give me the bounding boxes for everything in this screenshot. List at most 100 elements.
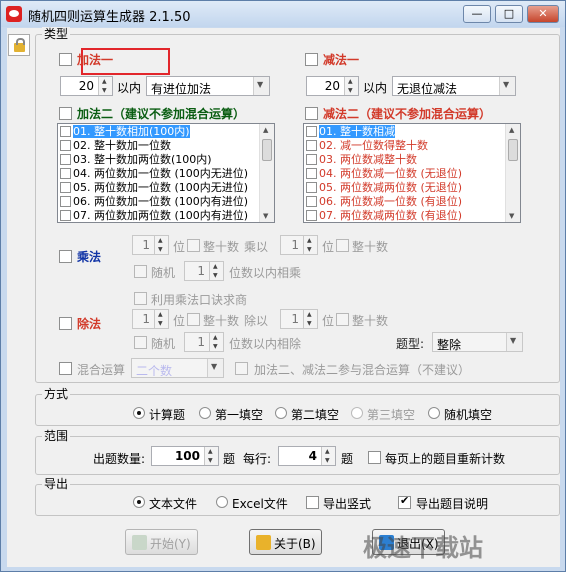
method-radio-second[interactable] (275, 407, 287, 419)
div-random-digits-spinner[interactable]: 1 ▲ ▼ (184, 332, 224, 352)
mixed-checkbox[interactable] (59, 362, 72, 375)
add1-mode-select[interactable]: 有进位加法 (146, 76, 270, 96)
sub1-checkbox[interactable] (305, 53, 318, 66)
export-vertical-checkbox[interactable] (306, 496, 319, 509)
about-button[interactable]: 关于(B) (249, 529, 322, 555)
add1-checkbox[interactable] (59, 53, 72, 66)
div-type-select[interactable]: 整除 (432, 332, 523, 352)
sub2-scrollbar[interactable]: ▲ ▼ (505, 124, 520, 222)
method-group: 方式 计算题 第一填空 第二填空 第三填空 随机填空 (35, 387, 560, 426)
add2-checkbox[interactable] (59, 107, 72, 120)
method-radio-third[interactable] (351, 407, 363, 419)
title-bar: 随机四则运算生成器 2.1.50 — □ ✕ (1, 1, 565, 27)
list-item[interactable]: 05. 两位数减两位数 (无退位) (306, 181, 462, 195)
div-digits-b-spinner[interactable]: 1 ▲ ▼ (280, 309, 318, 329)
list-item[interactable]: 07. 两位数减两位数 (有退位) (306, 209, 462, 222)
mul-random-digits-spinner[interactable]: 1 ▲ ▼ (184, 261, 224, 281)
method-radio-random[interactable] (428, 407, 440, 419)
scroll-thumb[interactable] (508, 139, 518, 161)
sub2-list[interactable]: 01. 整十数相减 02. 减一位数得整十数 03. 两位数减整十数 04. 两… (303, 123, 521, 223)
sub1-mode-select[interactable]: 无退位减法 (392, 76, 516, 96)
start-button[interactable]: 开始(Y) (125, 529, 198, 555)
div-whole-ten-a-checkbox[interactable] (187, 313, 200, 326)
export-radio-text[interactable] (133, 496, 145, 508)
reshuffle-label: 每页上的题目重新计数 (385, 452, 506, 466)
mixed-count-select[interactable]: 二个数 (131, 358, 224, 378)
per-row-unit: 题 (341, 452, 354, 466)
list-item[interactable]: 03. 两位数减整十数 (306, 153, 417, 167)
start-icon (132, 535, 147, 550)
scroll-up-icon[interactable]: ▲ (509, 126, 514, 134)
list-item[interactable]: 02. 减一位数得整十数 (306, 139, 428, 153)
range-group-title: 范围 (42, 429, 71, 443)
sub1-unit: 以内 (363, 81, 388, 95)
list-item[interactable]: 07. 两位数加两位数 (100内有进位) (60, 209, 248, 222)
scroll-down-icon[interactable]: ▼ (263, 212, 268, 220)
add1-limit-value: 20 (78, 79, 94, 93)
div-whole-ten-b-checkbox[interactable] (336, 313, 349, 326)
window-title: 随机四则运算生成器 2.1.50 (28, 10, 191, 25)
list-item[interactable]: 02. 整十数加一位数 (60, 139, 171, 153)
list-item[interactable]: 04. 两位数减一位数 (无退位) (306, 167, 462, 181)
div-whole-ten-b-label: 整十数 (352, 314, 389, 328)
mul-digits-a-spinner[interactable]: 1 ▲ ▼ (132, 235, 169, 255)
sub2-label: 减法二（建议不参加混合运算） (323, 107, 492, 121)
method-radio-first[interactable] (199, 407, 211, 419)
scroll-thumb[interactable] (262, 139, 272, 161)
export-vertical-label: 导出竖式 (323, 497, 372, 511)
minimize-button[interactable]: — (463, 5, 491, 23)
list-item[interactable]: 01. 整十数相加(100内) (60, 125, 190, 139)
export-desc-checkbox[interactable] (398, 494, 411, 509)
add1-label: 加法一 (77, 53, 114, 67)
add2-scrollbar[interactable]: ▲ ▼ (259, 124, 274, 222)
mul-random-checkbox[interactable] (134, 265, 147, 278)
mul-random-label: 随机 (151, 266, 176, 280)
list-item[interactable]: 05. 两位数加一位数 (100内无进位) (60, 181, 248, 195)
div-digits-a-spinner[interactable]: 1 ▲ ▼ (132, 309, 169, 329)
add1-limit-spinner[interactable]: 20 ▲ ▼ (60, 76, 113, 96)
mul-whole-ten-b-checkbox[interactable] (336, 239, 349, 252)
list-item[interactable]: 01. 整十数相减 (306, 125, 395, 139)
div-unit-a: 位 (173, 314, 186, 328)
count-label: 出题数量: (93, 452, 146, 466)
method-radio-calc[interactable] (133, 407, 145, 419)
add1-mode-value: 有进位加法 (151, 82, 212, 96)
list-item[interactable]: 06. 两位数减一位数 (有退位) (306, 195, 462, 209)
scroll-up-icon[interactable]: ▲ (263, 126, 268, 134)
reshuffle-checkbox[interactable] (368, 451, 381, 464)
mul-digits-b-spinner[interactable]: 1 ▲ ▼ (280, 235, 318, 255)
sub1-mode-value: 无退位减法 (397, 82, 458, 96)
div-random-label: 随机 (151, 337, 176, 351)
count-value: 100 (174, 449, 200, 463)
close-button[interactable]: ✕ (527, 5, 559, 23)
scroll-down-icon[interactable]: ▼ (509, 212, 514, 220)
sub1-limit-spinner[interactable]: 20 ▲ ▼ (306, 76, 359, 96)
type-group: 类型 加法一 20 ▲▼ 以内 有进位加法 减法一 20 ▲▼ 以内 无退位减法 (35, 27, 560, 383)
div-checkbox[interactable] (59, 317, 72, 330)
div-mul-table-label: 利用乘法口诀求商 (151, 293, 248, 307)
maximize-button[interactable]: □ (495, 5, 523, 23)
mixed-label: 混合运算 (77, 363, 126, 377)
add2-list[interactable]: 01. 整十数相加(100内) 02. 整十数加一位数 03. 整十数加两位数(… (57, 123, 275, 223)
count-spinner[interactable]: 100 ▲ ▼ (151, 446, 219, 466)
list-item[interactable]: 03. 整十数加两位数(100内) (60, 153, 212, 167)
export-group: 导出 文本文件 Excel文件 导出竖式 导出题目说明 (35, 477, 560, 516)
mul-unit-a: 位 (173, 240, 186, 254)
list-item[interactable]: 06. 两位数加一位数 (100内有进位) (60, 195, 248, 209)
per-row-spinner[interactable]: 4 ▲ ▼ (278, 446, 336, 466)
mul-whole-ten-a-checkbox[interactable] (187, 239, 200, 252)
mul-label: 乘法 (77, 250, 102, 264)
div-mul-table-checkbox[interactable] (134, 292, 147, 305)
list-item[interactable]: 04. 两位数加一位数 (100内无进位) (60, 167, 248, 181)
lock-icon (14, 38, 25, 52)
sidebar-tab[interactable] (8, 34, 30, 56)
mul-times-label: 乘以 (244, 240, 269, 254)
export-radio-excel[interactable] (216, 496, 228, 508)
mul-checkbox[interactable] (59, 250, 72, 263)
range-group: 范围 出题数量: 100 ▲ ▼ 题 每行: 4 ▲ ▼ 题 每页上的题目重新计数 (35, 429, 560, 475)
export-label-excel: Excel文件 (232, 497, 288, 511)
sub2-checkbox[interactable] (305, 107, 318, 120)
mixed-allow-checkbox[interactable] (235, 362, 248, 375)
div-random-checkbox[interactable] (134, 336, 147, 349)
method-group-title: 方式 (42, 387, 71, 401)
